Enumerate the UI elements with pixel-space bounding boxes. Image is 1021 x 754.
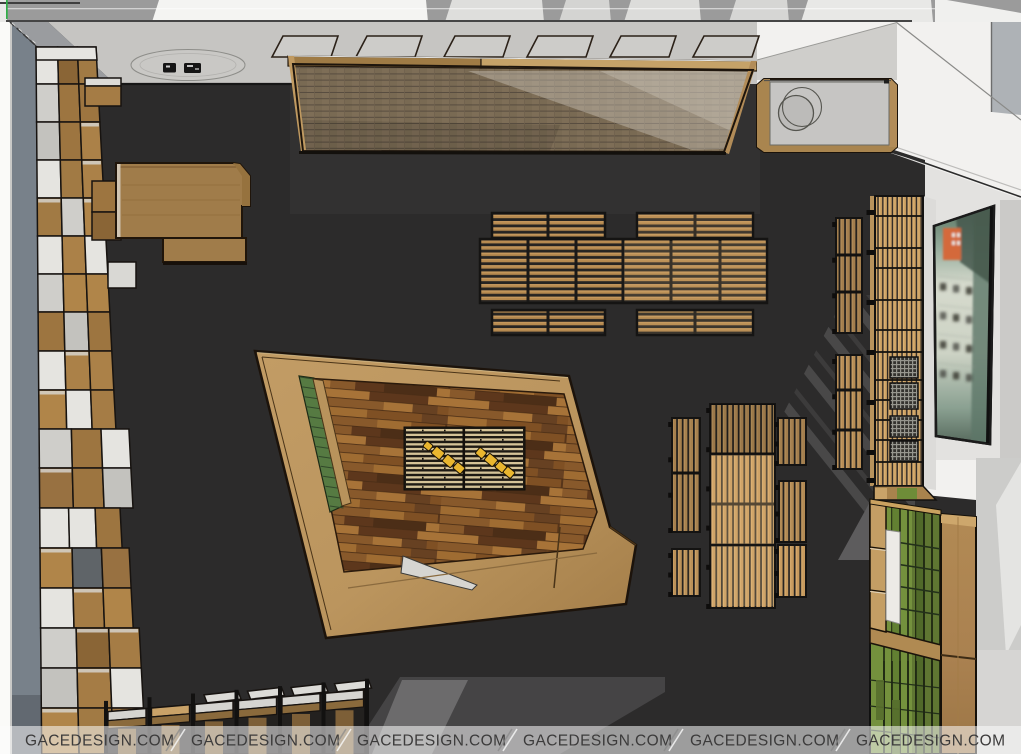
svg-text:GACEDESIGN.COM: GACEDESIGN.COM bbox=[25, 733, 174, 750]
svg-text:GACEDESIGN.COM: GACEDESIGN.COM bbox=[191, 733, 340, 750]
svg-text:GACEDESIGN.COM: GACEDESIGN.COM bbox=[523, 733, 672, 750]
svg-text:GACEDESIGN.COM: GACEDESIGN.COM bbox=[690, 733, 839, 750]
svg-text:GACEDESIGN.COM: GACEDESIGN.COM bbox=[357, 733, 506, 750]
svg-text:GACEDESIGN.COM: GACEDESIGN.COM bbox=[856, 733, 1005, 750]
